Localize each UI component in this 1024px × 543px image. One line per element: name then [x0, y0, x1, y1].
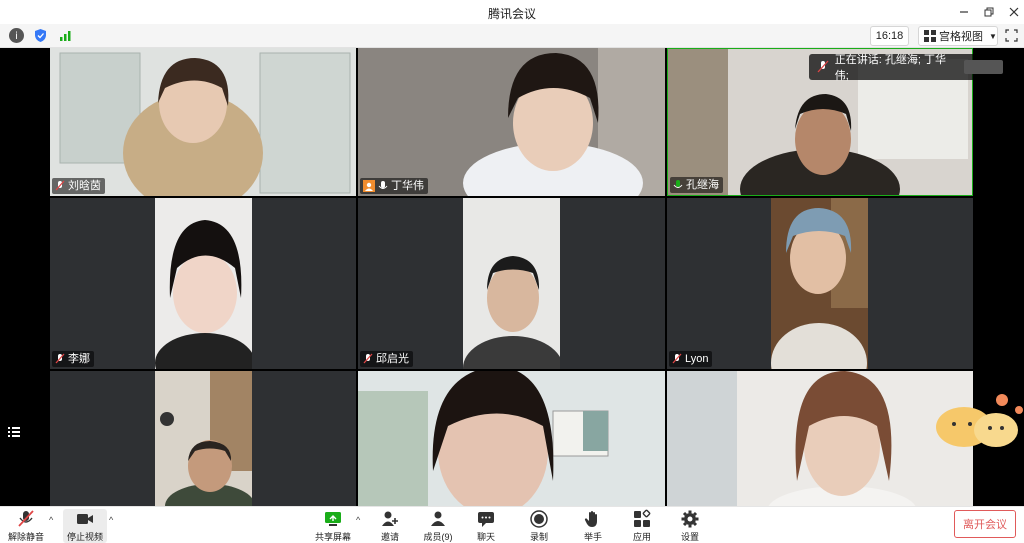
participant-name-tag: 丁华伟: [360, 178, 428, 194]
list-menu-icon[interactable]: [6, 424, 22, 443]
chat-label: 聊天: [476, 532, 495, 542]
minimize-button[interactable]: [950, 0, 978, 24]
chevron-down-icon: ▼: [989, 31, 997, 41]
participant-name-tag: 刘晗茵: [52, 178, 105, 194]
view-switch-button[interactable]: 宫格视图 ▼: [918, 26, 998, 46]
view-label: 宫格视图: [939, 31, 983, 43]
participant-name: Lyon: [685, 353, 709, 365]
members-icon: [431, 511, 445, 526]
members-label: 成员(9): [423, 532, 453, 542]
video-tile-6[interactable]: Lyon: [667, 198, 973, 369]
share-options-caret[interactable]: ^: [356, 515, 360, 525]
participant-video: [358, 371, 665, 506]
hand-icon: [584, 511, 597, 527]
meeting-timer: 16:18: [870, 26, 909, 46]
settings-label: 设置: [680, 532, 699, 542]
video-tile-9[interactable]: [667, 371, 973, 506]
host-icon: [363, 180, 375, 192]
info-icon[interactable]: i: [9, 28, 24, 43]
mic-muted-icon: [18, 510, 34, 527]
participant-name-tag: 邱启光: [360, 351, 413, 367]
participant-name-tag: Lyon: [669, 351, 713, 367]
restore-button[interactable]: [975, 0, 1003, 24]
apps-label: 应用: [632, 532, 651, 542]
title-bar: 腾讯会议: [0, 0, 1024, 24]
video-camera-icon: [77, 514, 93, 524]
participant-name-tag: 李娜: [52, 351, 94, 367]
participant-name-tag: 孔继海: [670, 177, 723, 193]
video-options-caret[interactable]: ^: [109, 515, 113, 525]
participant-video: [667, 371, 973, 506]
record-label: 录制: [529, 532, 548, 542]
participant-video: [155, 371, 252, 506]
participant-name: 孔继海: [686, 179, 719, 191]
mic-muted-icon: [672, 353, 682, 364]
stop-video-label: 停止视频: [66, 532, 103, 542]
members-button[interactable]: 成员(9): [418, 509, 458, 543]
video-tile-5[interactable]: 邱启光: [358, 198, 665, 369]
svg-text:i: i: [15, 31, 18, 42]
mic-speaking-icon: [673, 180, 683, 188]
audio-options-caret[interactable]: ^: [49, 515, 53, 525]
video-tile-4[interactable]: 李娜: [50, 198, 356, 369]
participant-name: 刘晗茵: [68, 180, 101, 192]
stop-video-button[interactable]: 停止视频: [63, 509, 107, 543]
leave-meeting-button[interactable]: 离开会议: [954, 510, 1016, 538]
video-tile-7[interactable]: [50, 371, 356, 506]
record-button[interactable]: 录制: [519, 509, 559, 543]
mic-muted-icon: [363, 353, 373, 364]
window-title: 腾讯会议: [487, 7, 536, 21]
participant-name: 邱启光: [376, 353, 409, 365]
invite-button[interactable]: 邀请: [370, 509, 410, 543]
chat-icon: [478, 512, 494, 527]
mic-muted-icon: [55, 180, 65, 191]
participant-video: [771, 198, 868, 369]
unmute-button[interactable]: 解除静音: [6, 509, 46, 543]
participant-name: 李娜: [68, 353, 90, 365]
speaking-text: 正在讲话: 孔继海; 丁华伟;: [834, 54, 947, 82]
participant-video: [50, 48, 356, 196]
apps-button[interactable]: 应用: [622, 509, 662, 543]
apps-icon: [634, 509, 651, 527]
share-screen-button[interactable]: 共享屏幕: [313, 509, 353, 543]
raise-hand-button[interactable]: 举手: [573, 509, 613, 543]
unmute-label: 解除静音: [7, 532, 44, 542]
video-tile-1[interactable]: 刘晗茵: [50, 48, 356, 196]
cat-sticker-icon: [936, 394, 1023, 447]
add-user-icon: [382, 511, 398, 526]
speaker-avatar: [963, 60, 1004, 74]
meeting-toolbar: i 16:18 宫格视图 ▼: [0, 24, 1024, 48]
participant-name: 丁华伟: [391, 180, 424, 192]
share-label: 共享屏幕: [314, 532, 351, 542]
close-button[interactable]: [1000, 0, 1024, 24]
speaking-indicator: 正在讲话: 孔继海; 丁华伟;: [809, 54, 1004, 82]
raise-hand-label: 举手: [583, 532, 602, 542]
grid-icon: [924, 30, 936, 42]
mic-muted-icon: [817, 60, 829, 73]
record-icon: [530, 510, 548, 528]
control-bar: 解除静音 ^ 停止视频 ^ 共享屏幕 ^ 邀请 成员(9) 聊天 录制 举手 应…: [0, 506, 1024, 543]
signal-icon[interactable]: [58, 28, 73, 43]
participant-video: [358, 48, 665, 196]
mic-muted-icon: [55, 353, 65, 364]
gear-icon: [681, 510, 699, 528]
participant-video: [155, 198, 252, 369]
video-tile-2[interactable]: 丁华伟: [358, 48, 665, 196]
shield-icon[interactable]: [33, 28, 48, 43]
fullscreen-icon[interactable]: [1005, 29, 1018, 45]
video-tile-8[interactable]: [358, 371, 665, 506]
participant-video: [463, 198, 560, 369]
chat-button[interactable]: 聊天: [466, 509, 506, 543]
settings-button[interactable]: 设置: [670, 509, 710, 543]
invite-label: 邀请: [380, 532, 399, 542]
share-screen-icon: [325, 512, 341, 526]
mic-icon: [378, 181, 388, 189]
